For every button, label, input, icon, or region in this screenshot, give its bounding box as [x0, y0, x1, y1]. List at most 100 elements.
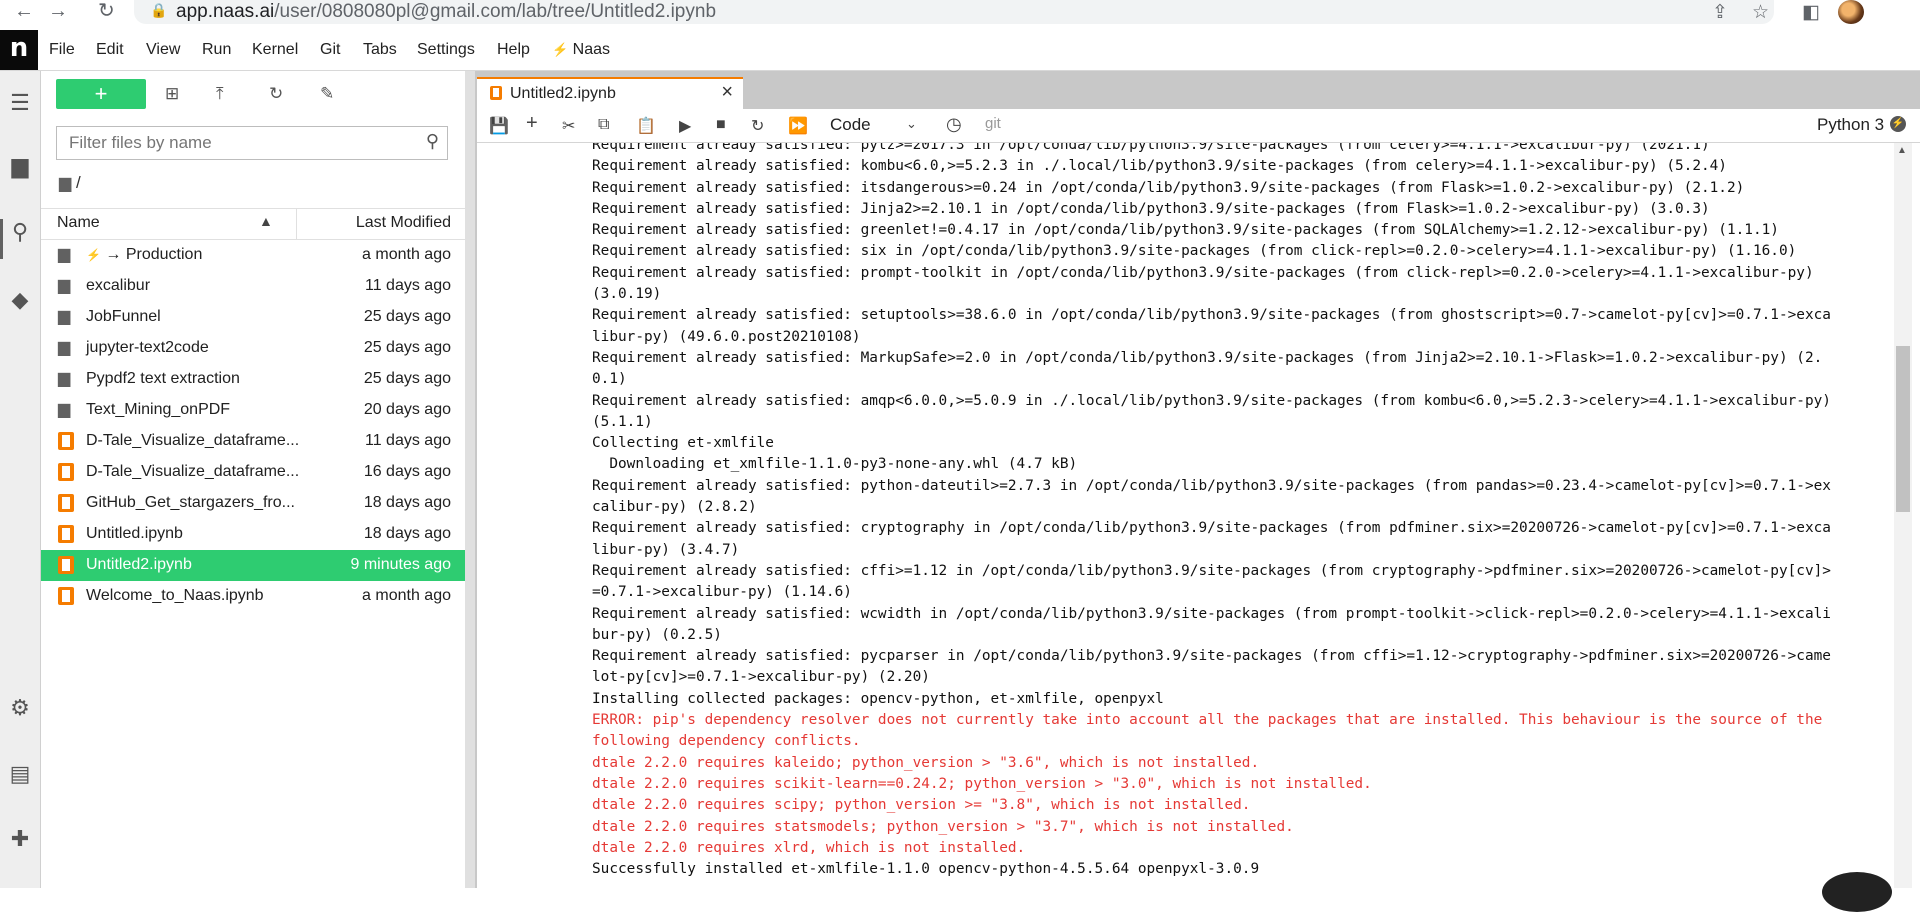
file-row[interactable]: ▆ Pypdf2 text extraction 25 days ago: [41, 364, 465, 395]
file-row[interactable]: Untitled.ipynb 18 days ago: [41, 519, 465, 550]
refresh-icon[interactable]: ↻: [269, 84, 283, 104]
fast-forward-icon[interactable]: ⏩: [788, 116, 808, 136]
file-name: Pypdf2 text extraction: [86, 370, 240, 388]
menu-edit[interactable]: Edit: [96, 41, 124, 59]
close-icon[interactable]: ×: [721, 81, 733, 104]
file-row[interactable]: ▆ ⚡ → Production a month ago: [41, 240, 465, 271]
folder-icon: ▆: [58, 401, 71, 418]
file-row[interactable]: ▆ jupyter-text2code 25 days ago: [41, 333, 465, 364]
upload-icon[interactable]: ⤒: [216, 84, 224, 104]
split-view-icon[interactable]: ◧: [1802, 1, 1820, 24]
menu-settings[interactable]: Settings: [417, 41, 475, 59]
file-name: jupyter-text2code: [86, 339, 209, 357]
menu-run[interactable]: Run: [202, 41, 231, 59]
file-name-text: Untitled2.ipynb: [86, 556, 192, 573]
menu-naas[interactable]: ⚡ Naas: [552, 41, 610, 59]
menu-kernel[interactable]: Kernel: [252, 41, 298, 59]
lock-icon[interactable]: 🔒: [150, 2, 167, 19]
notebook-icon: [58, 525, 74, 543]
add-cell-icon[interactable]: +: [526, 112, 538, 135]
scrollbar-thumb[interactable]: [1896, 346, 1910, 512]
menu-naas-label: Naas: [572, 41, 610, 58]
file-modified: 11 days ago: [365, 277, 451, 294]
settings-icon[interactable]: ⚙: [6, 694, 34, 722]
output-scrollbar[interactable]: [1894, 143, 1912, 888]
panel-splitter[interactable]: [465, 71, 475, 888]
new-launcher-button[interactable]: +: [56, 79, 146, 109]
chevron-down-icon[interactable]: ⌄: [906, 116, 917, 132]
menu-git[interactable]: Git: [320, 41, 340, 59]
search-icon[interactable]: ⚲: [6, 218, 34, 246]
output-error-line: dtale 2.2.0 requires statsmodels; python…: [592, 818, 1294, 835]
clock-icon[interactable]: ◷: [946, 114, 962, 135]
new-folder-icon[interactable]: ⊞: [165, 84, 179, 104]
tab-untitled2[interactable]: Untitled2.ipynb ×: [477, 77, 743, 110]
copy-icon[interactable]: ⧉: [598, 116, 609, 134]
table-of-contents-icon[interactable]: ☰: [6, 89, 34, 117]
output-text: Requirement already satisfied: pytz>=201…: [592, 143, 1892, 880]
git-label[interactable]: git: [985, 115, 1001, 132]
run-icon[interactable]: ▶: [679, 116, 691, 136]
search-icon: ⚲: [425, 131, 439, 151]
breadcrumb-root[interactable]: /: [76, 173, 81, 192]
file-name-text: D-Tale_Visualize_dataframe...: [86, 463, 300, 480]
kernel-status-icon[interactable]: ⚡: [1890, 116, 1906, 132]
share-icon[interactable]: ⇪: [1712, 1, 1728, 24]
kernel-name[interactable]: Python 3: [1817, 115, 1884, 135]
file-name: GitHub_Get_stargazers_fro...: [86, 494, 295, 512]
file-name: excalibur: [86, 277, 150, 295]
menu-view[interactable]: View: [146, 41, 180, 59]
extension-icon[interactable]: ✚: [6, 825, 34, 853]
cut-icon[interactable]: ✂: [562, 116, 575, 136]
output-line: Collecting et-xmlfile: [592, 435, 774, 452]
git-clone-icon[interactable]: ✎: [320, 84, 334, 104]
filter-files-box[interactable]: ⚲: [56, 126, 448, 160]
file-row[interactable]: D-Tale_Visualize_dataframe... 11 days ago: [41, 426, 465, 457]
property-inspector-icon[interactable]: ▤: [6, 760, 34, 788]
column-last-modified[interactable]: Last Modified: [356, 214, 451, 232]
file-modified: a month ago: [362, 587, 451, 604]
filter-files-input[interactable]: [69, 132, 409, 154]
sort-ascending-icon[interactable]: ▲: [259, 213, 273, 229]
star-icon[interactable]: ☆: [1752, 1, 1769, 24]
file-modified: 20 days ago: [363, 401, 451, 418]
restart-icon[interactable]: ↻: [751, 116, 764, 136]
file-name-text: jupyter-text2code: [86, 339, 209, 356]
output-line: Requirement already satisfied: itsdanger…: [592, 179, 1745, 196]
menu-tabs[interactable]: Tabs: [363, 41, 397, 59]
url-text[interactable]: app.naas.ai/user/0808080pl@gmail.com/lab…: [176, 1, 716, 23]
menu-file[interactable]: File: [49, 41, 75, 59]
file-row[interactable]: ▆ Text_Mining_onPDF 20 days ago: [41, 395, 465, 426]
paste-icon[interactable]: 📋: [636, 116, 656, 136]
notebook-icon: [58, 494, 74, 512]
profile-avatar[interactable]: [1838, 0, 1864, 24]
output-line: Installing collected packages: opencv-py…: [592, 690, 1164, 707]
save-icon[interactable]: 💾: [489, 116, 509, 136]
forward-arrow-icon[interactable]: →: [48, 0, 68, 22]
help-bubble[interactable]: [1822, 872, 1892, 912]
back-arrow-icon[interactable]: ←: [14, 0, 34, 22]
file-row[interactable]: Untitled2.ipynb 9 minutes ago: [41, 550, 465, 581]
notebook-icon: [58, 463, 74, 481]
file-modified: 18 days ago: [363, 525, 451, 542]
file-row[interactable]: D-Tale_Visualize_dataframe... 16 days ago: [41, 457, 465, 488]
scroll-up-arrow-icon[interactable]: ▲: [1897, 145, 1907, 156]
file-list-header: Name ▲ Last Modified: [41, 208, 465, 240]
output-error-line: dtale 2.2.0 requires scikit-learn==0.24.…: [592, 775, 1372, 792]
file-row[interactable]: ▆ JobFunnel 25 days ago: [41, 302, 465, 333]
menu-help[interactable]: Help: [497, 41, 530, 59]
naas-logo[interactable]: n: [0, 30, 38, 70]
file-row[interactable]: GitHub_Get_stargazers_fro... 18 days ago: [41, 488, 465, 519]
column-name[interactable]: Name: [57, 214, 100, 232]
file-name-text: Pypdf2 text extraction: [86, 370, 240, 387]
file-row[interactable]: Welcome_to_Naas.ipynb a month ago: [41, 581, 465, 612]
cell-type-select[interactable]: Code: [830, 115, 871, 135]
breadcrumb[interactable]: ▆ /: [59, 173, 81, 193]
output-error-line: dtale 2.2.0 requires xlrd, which is not …: [592, 839, 1026, 856]
file-row[interactable]: ▆ excalibur 11 days ago: [41, 271, 465, 302]
folder-icon[interactable]: ▆: [6, 152, 34, 180]
stop-icon[interactable]: ■: [716, 116, 726, 134]
git-icon[interactable]: ◆: [6, 286, 34, 314]
reload-icon[interactable]: ↻: [98, 0, 115, 22]
output-line: Requirement already satisfied: amqp<6.0.…: [592, 392, 1831, 409]
